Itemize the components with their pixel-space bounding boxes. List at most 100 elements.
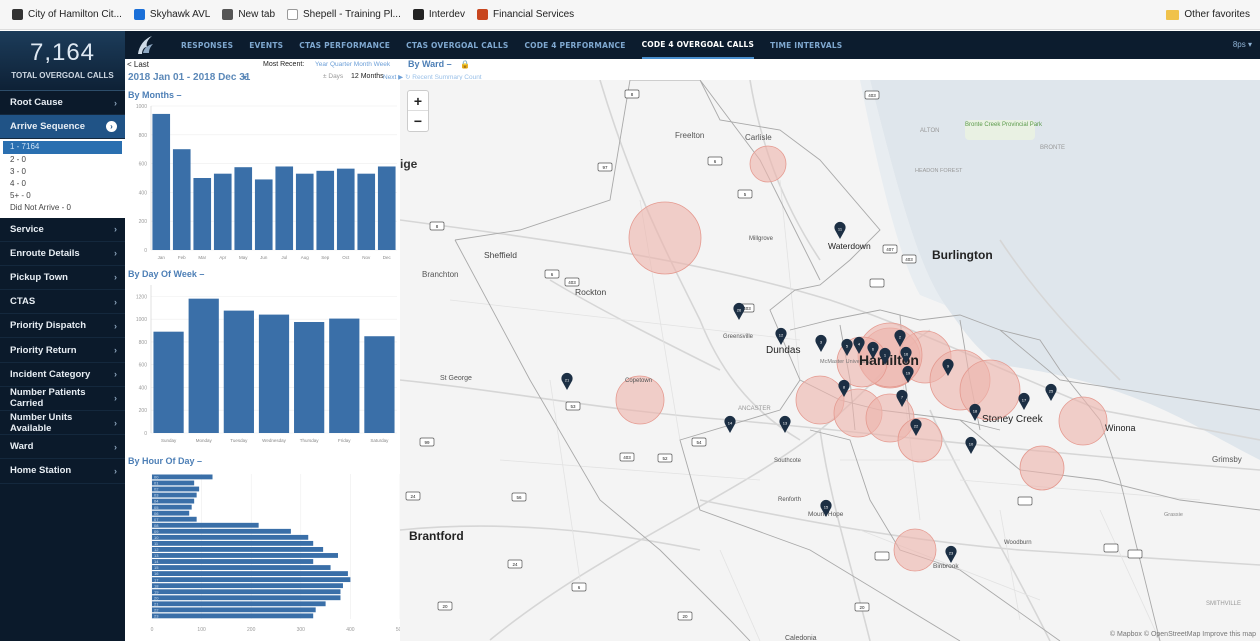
- bar[interactable]: [152, 486, 200, 492]
- bar[interactable]: [152, 492, 197, 498]
- sub-item[interactable]: 4 - 0: [0, 178, 125, 190]
- tab-time-intervals[interactable]: TIME INTERVALS: [770, 31, 842, 59]
- months-chart-title[interactable]: By Months –: [128, 90, 182, 100]
- bar[interactable]: [152, 577, 351, 583]
- sidebar-item-number-units-available[interactable]: Number Units Available ›: [0, 411, 125, 436]
- map-canvas[interactable]: 8659786403403403407403249953403 525456246…: [400, 80, 1260, 641]
- bar[interactable]: [213, 173, 232, 250]
- map-pin-icon[interactable]: 11: [834, 221, 846, 239]
- bar[interactable]: [152, 534, 309, 540]
- bar[interactable]: [152, 583, 343, 589]
- incident-cluster-circle[interactable]: [628, 201, 702, 275]
- map-pin-icon[interactable]: 25: [1045, 383, 1057, 401]
- map-view[interactable]: 8 6 5 97 8 6 403 403 403 407 403 24 99 53 403 52 54 56 24 6…: [400, 80, 1260, 641]
- sidebar-item-root-cause[interactable]: Root Cause ›: [0, 91, 125, 116]
- bar[interactable]: [152, 571, 348, 577]
- incident-cluster-circle[interactable]: [1058, 396, 1108, 446]
- map-pin-icon[interactable]: 14: [724, 415, 736, 433]
- sidebar-item-arrive-sequence[interactable]: Arrive Sequence ›: [0, 115, 125, 140]
- map-pin-icon[interactable]: 26: [733, 302, 745, 320]
- map-pin-icon[interactable]: 23: [945, 545, 957, 563]
- bar[interactable]: [254, 179, 273, 250]
- bar[interactable]: [329, 318, 360, 433]
- favorite-link[interactable]: Skyhawk AVL: [133, 9, 210, 20]
- incident-cluster-circle[interactable]: [893, 528, 937, 572]
- recent-period-options[interactable]: Year Quarter Month Week: [315, 61, 390, 68]
- sidebar-item-service[interactable]: Service ›: [0, 218, 125, 242]
- months-option[interactable]: 12 Months: [351, 73, 384, 80]
- bar[interactable]: [223, 310, 254, 433]
- bar[interactable]: [172, 149, 191, 250]
- bar[interactable]: [152, 559, 314, 564]
- bar[interactable]: [258, 314, 290, 433]
- bar[interactable]: [234, 167, 253, 250]
- bar[interactable]: [193, 178, 212, 250]
- bar[interactable]: [152, 613, 314, 619]
- bar[interactable]: [152, 474, 213, 480]
- tab-events[interactable]: EVENTS: [249, 31, 283, 59]
- favorite-link[interactable]: New tab: [222, 9, 275, 20]
- lock-icon[interactable]: 🔒: [460, 60, 470, 69]
- bar[interactable]: [153, 331, 184, 433]
- dow-chart-title[interactable]: By Day Of Week –: [128, 269, 204, 279]
- bar[interactable]: [152, 522, 259, 528]
- sidebar-item-ctas[interactable]: CTAS ›: [0, 290, 125, 315]
- bar[interactable]: [336, 168, 355, 250]
- sidebar-item-pickup-town[interactable]: Pickup Town ›: [0, 266, 125, 291]
- sidebar-item-number-patients-carried[interactable]: Number Patients Carried ›: [0, 387, 125, 411]
- map-attribution[interactable]: © Mapbox © OpenStreetMap Improve this ma…: [1110, 631, 1256, 638]
- bar[interactable]: [152, 113, 171, 250]
- map-pin-icon[interactable]: 10: [965, 436, 977, 454]
- bar[interactable]: [316, 170, 335, 250]
- incident-cluster-circle[interactable]: [749, 145, 787, 183]
- bar[interactable]: [364, 336, 395, 433]
- days-option[interactable]: ± Days: [323, 73, 343, 80]
- bar[interactable]: [152, 540, 314, 546]
- bar[interactable]: [152, 601, 326, 607]
- sub-item[interactable]: 2 - 0: [0, 154, 125, 166]
- bar[interactable]: [152, 565, 331, 570]
- tab-responses[interactable]: RESPONSES: [181, 31, 233, 59]
- bar[interactable]: [188, 298, 219, 433]
- map-pin-icon[interactable]: 13: [779, 415, 791, 433]
- bar[interactable]: [152, 589, 341, 595]
- sidebar-item-incident-category[interactable]: Incident Category ›: [0, 363, 125, 387]
- sidebar-item-home-station[interactable]: Home Station ›: [0, 459, 125, 484]
- favorite-link[interactable]: City of Hamilton Cit...: [12, 9, 122, 20]
- favorite-link[interactable]: Shepell - Training Pl...: [287, 9, 401, 20]
- sub-item[interactable]: 3 - 0: [0, 166, 125, 178]
- other-favorites-link[interactable]: Other favorites: [1166, 9, 1250, 20]
- bar[interactable]: [152, 516, 197, 522]
- sub-item[interactable]: Did Not Arrive - 0: [0, 202, 125, 214]
- chevron-down-icon[interactable]: ▾: [243, 73, 247, 82]
- bar[interactable]: [152, 547, 324, 552]
- bar[interactable]: [152, 553, 338, 558]
- bar[interactable]: [295, 173, 314, 250]
- tab-code-4-performance[interactable]: CODE 4 PERFORMANCE: [524, 31, 625, 59]
- sub-item[interactable]: 1 - 7164: [3, 141, 122, 154]
- bar[interactable]: [294, 322, 325, 433]
- bar[interactable]: [357, 173, 376, 250]
- sub-item[interactable]: 5+ - 0: [0, 190, 125, 202]
- zoom-out-button[interactable]: −: [408, 111, 428, 131]
- bar[interactable]: [152, 607, 316, 613]
- group-by-selector[interactable]: By Ward –: [408, 59, 452, 69]
- incident-cluster-circle[interactable]: [1019, 445, 1065, 491]
- back-link[interactable]: < Last: [127, 60, 149, 69]
- map-pin-icon[interactable]: 18: [969, 403, 981, 421]
- map-pin-icon[interactable]: 21: [561, 372, 573, 390]
- favorite-link[interactable]: Interdev: [412, 9, 465, 20]
- incident-cluster-circle[interactable]: [959, 359, 1021, 421]
- zoom-in-button[interactable]: +: [408, 91, 428, 111]
- tab-code-4-overgoal-calls[interactable]: CODE 4 OVERGOAL CALLS: [641, 31, 755, 59]
- sidebar-item-priority-dispatch[interactable]: Priority Dispatch ›: [0, 314, 125, 339]
- bar[interactable]: [275, 166, 294, 250]
- tab-ctas-overgoal-calls[interactable]: CTAS OVERGOAL CALLS: [406, 31, 508, 59]
- sidebar-item-priority-return[interactable]: Priority Return ›: [0, 338, 125, 363]
- favorite-link[interactable]: Financial Services: [476, 9, 574, 20]
- user-menu[interactable]: 8ps ▾: [1233, 40, 1252, 49]
- bar[interactable]: [377, 166, 396, 250]
- map-pin-icon[interactable]: 12: [775, 327, 787, 345]
- sidebar-item-ward[interactable]: Ward ›: [0, 435, 125, 460]
- sidebar-item-enroute-details[interactable]: Enroute Details ›: [0, 242, 125, 266]
